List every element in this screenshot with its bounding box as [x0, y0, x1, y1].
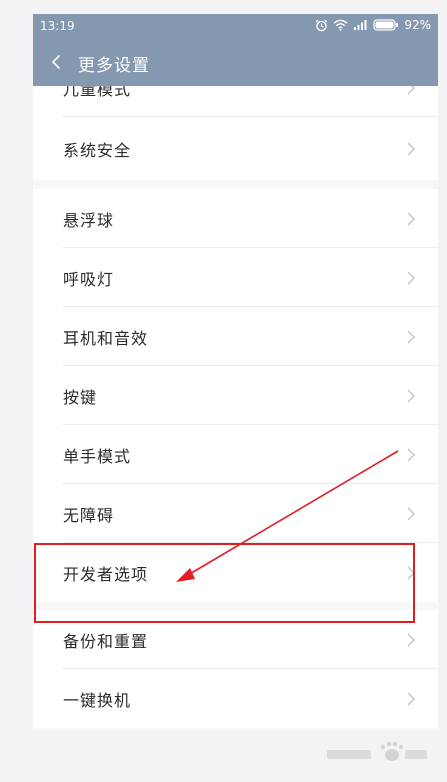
list-item-backup-reset[interactable]: 备份和重置 [33, 610, 438, 669]
chevron-right-icon [407, 448, 415, 461]
wifi-icon [333, 19, 348, 31]
settings-group-1: 儿童模式 系统安全 [33, 86, 438, 180]
list-item-headphones-audio[interactable]: 耳机和音效 [33, 307, 438, 366]
settings-group-3: 备份和重置 一键换机 [33, 610, 438, 728]
list-item-label: 系统安全 [63, 140, 132, 160]
list-item-floating-ball[interactable]: 悬浮球 [33, 189, 438, 248]
list-item-kids-mode[interactable]: 儿童模式 [33, 86, 438, 117]
settings-group-2: 悬浮球 呼吸灯 耳机和音效 按键 单手模式 无障碍 开发者选项 [33, 189, 438, 602]
battery-icon [373, 19, 399, 31]
list-item-label: 无障碍 [63, 505, 115, 525]
chevron-right-icon [407, 142, 415, 155]
list-item-label: 耳机和音效 [63, 328, 149, 348]
list-item-phone-migration[interactable]: 一键换机 [33, 669, 438, 728]
chevron-right-icon [407, 86, 415, 94]
list-item-one-handed-mode[interactable]: 单手模式 [33, 425, 438, 484]
back-arrow-icon[interactable] [47, 52, 67, 72]
chevron-right-icon [407, 507, 415, 520]
title-bar: 更多设置 [33, 38, 438, 86]
status-bar: 13:19 92% [33, 14, 438, 38]
list-item-accessibility[interactable]: 无障碍 [33, 484, 438, 543]
list-item-system-security[interactable]: 系统安全 [33, 117, 438, 180]
status-icons: 92% [315, 18, 431, 32]
list-item-label: 儿童模式 [63, 86, 132, 99]
list-item-breathing-light[interactable]: 呼吸灯 [33, 248, 438, 307]
settings-list: 儿童模式 系统安全 悬浮球 呼吸灯 耳机和音效 按键 单手模式 无障碍 开发者选… [33, 86, 438, 730]
baidu-watermark-icon [327, 741, 427, 761]
page-title: 更多设置 [78, 56, 150, 76]
chevron-right-icon [407, 389, 415, 402]
chevron-right-icon [407, 271, 415, 284]
battery-percentage: 92% [404, 18, 431, 32]
list-item-label: 一键换机 [63, 690, 132, 710]
list-item-developer-options[interactable]: 开发者选项 [33, 543, 438, 602]
chevron-right-icon [407, 566, 415, 579]
signal-icon [354, 20, 367, 30]
list-item-label: 悬浮球 [63, 210, 115, 230]
chevron-right-icon [407, 692, 415, 705]
chevron-right-icon [407, 633, 415, 646]
list-item-label: 备份和重置 [63, 631, 149, 651]
list-item-label: 单手模式 [63, 446, 132, 466]
status-time: 13:19 [40, 19, 75, 33]
phone-screen: 13:19 92% 更多设置 儿童模式 系统安全 悬浮球 呼吸灯 耳机和音效 按… [33, 14, 438, 730]
list-item-label: 开发者选项 [63, 564, 149, 584]
list-item-label: 呼吸灯 [63, 269, 115, 289]
chevron-right-icon [407, 330, 415, 343]
list-item-buttons[interactable]: 按键 [33, 366, 438, 425]
list-item-label: 按键 [63, 387, 98, 407]
chevron-right-icon [407, 212, 415, 225]
alarm-icon [316, 19, 328, 31]
